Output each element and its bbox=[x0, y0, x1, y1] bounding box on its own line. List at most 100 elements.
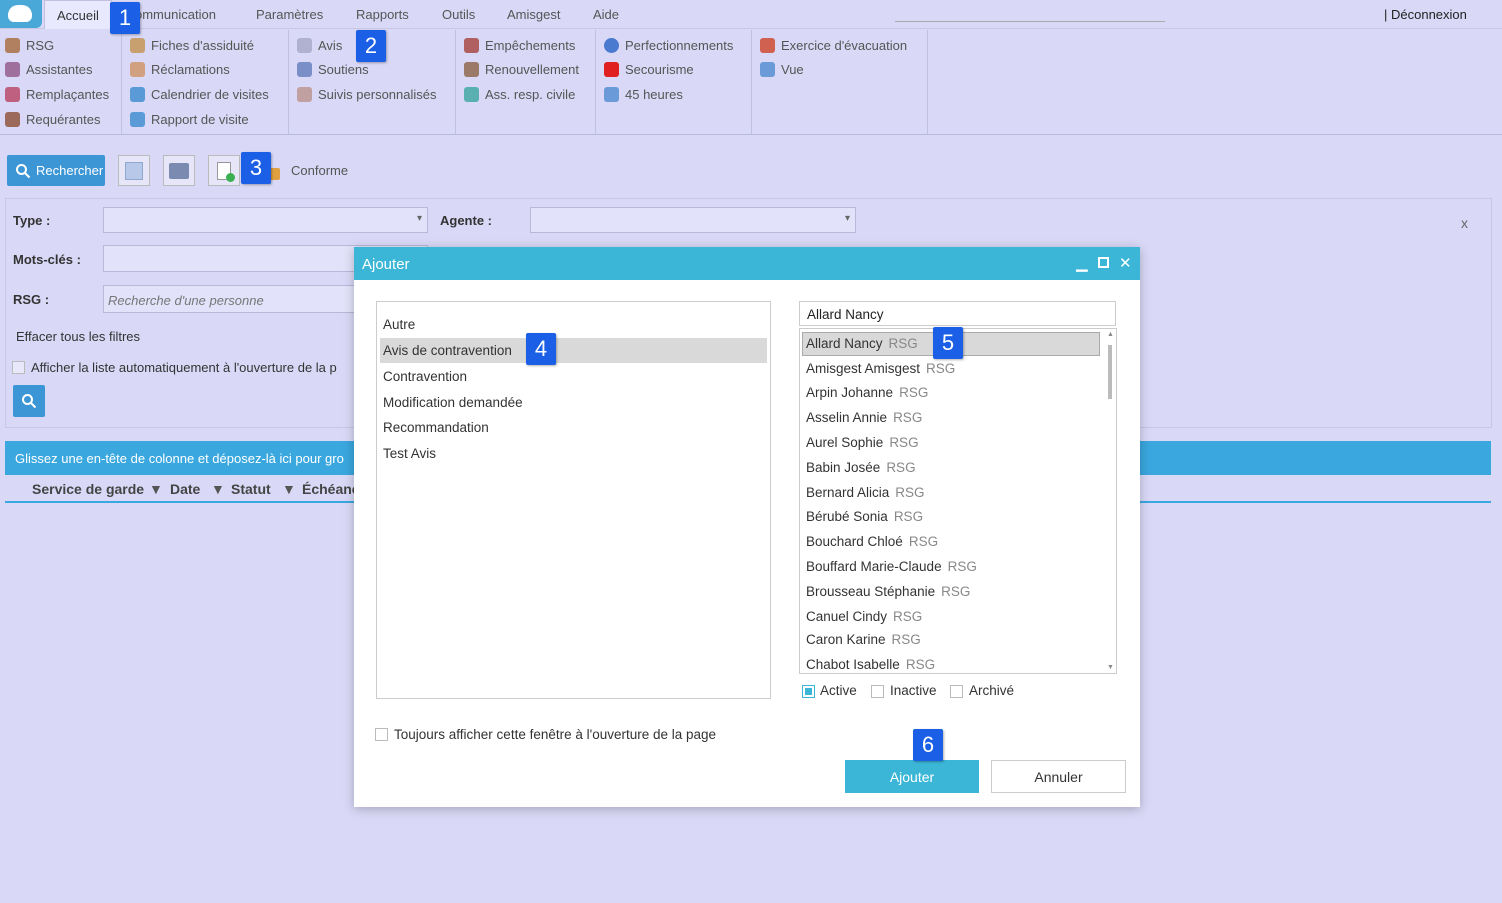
list-item[interactable]: Canuel Cindy RSG bbox=[806, 609, 922, 624]
ribbon-group-formation: Perfectionnements Secourisme 45 heures bbox=[596, 30, 752, 134]
print-button[interactable] bbox=[163, 155, 195, 186]
list-item[interactable]: Bernard Alicia RSG bbox=[806, 485, 925, 500]
ribbon-remplacantes[interactable]: Remplaçantes bbox=[5, 83, 109, 105]
app-logo-icon[interactable] bbox=[0, 0, 42, 28]
keywords-label: Mots-clés : bbox=[13, 252, 81, 267]
list-item[interactable]: Modification demandée bbox=[383, 395, 523, 410]
list-item[interactable]: Caron Karine RSG bbox=[806, 632, 921, 647]
filter-icon[interactable]: ▼ bbox=[211, 481, 225, 497]
minimize-icon[interactable]: ▁ bbox=[1076, 254, 1088, 272]
agente-label: Agente : bbox=[440, 213, 492, 228]
menu-rapports[interactable]: Rapports bbox=[356, 7, 409, 22]
menu-aide[interactable]: Aide bbox=[593, 7, 619, 22]
ribbon-requerantes[interactable]: Requérantes bbox=[5, 108, 100, 130]
filter-icon[interactable]: ▼ bbox=[149, 481, 163, 497]
auto-show-checkbox[interactable] bbox=[12, 361, 25, 374]
drop-icon bbox=[604, 86, 619, 102]
ribbon-rapport-visite[interactable]: Rapport de visite bbox=[130, 108, 249, 130]
ribbon-vue[interactable]: Vue bbox=[760, 58, 804, 80]
active-checkbox[interactable] bbox=[802, 685, 815, 698]
close-filters-icon[interactable]: x bbox=[1461, 215, 1468, 231]
house-icon bbox=[130, 111, 145, 127]
people-icon bbox=[5, 86, 20, 102]
top-search-field[interactable] bbox=[895, 21, 1165, 22]
clear-filters-link[interactable]: Effacer tous les filtres bbox=[16, 329, 140, 344]
col-service-de-garde[interactable]: Service de garde bbox=[32, 481, 144, 497]
maximize-icon[interactable] bbox=[1098, 257, 1109, 268]
support-icon bbox=[297, 61, 312, 77]
list-item[interactable]: Asselin Annie RSG bbox=[806, 410, 922, 425]
list-item[interactable]: Allard Nancy RSG bbox=[806, 336, 918, 351]
ribbon-group-exercice: Exercice d'évacuation Vue bbox=[752, 30, 928, 134]
ribbon-assistantes[interactable]: Assistantes bbox=[5, 58, 92, 80]
col-echeance[interactable]: Échéanc bbox=[302, 481, 360, 497]
menu-parametres[interactable]: Paramètres bbox=[256, 7, 323, 22]
cancel-button[interactable]: Annuler bbox=[991, 760, 1126, 793]
person-search-input[interactable]: Allard Nancy bbox=[799, 301, 1116, 326]
list-item[interactable]: Contravention bbox=[383, 369, 467, 384]
always-show-label: Toujours afficher cette fenêtre à l'ouve… bbox=[394, 727, 717, 742]
floppy-icon bbox=[125, 161, 143, 180]
person-icon bbox=[5, 111, 20, 127]
person-icon bbox=[5, 37, 20, 53]
logout-link[interactable]: | Déconnexion bbox=[1384, 7, 1467, 22]
checklist-icon bbox=[130, 61, 145, 77]
list-item[interactable]: Bouchard Chloé RSG bbox=[806, 534, 938, 549]
list-item[interactable]: Amisgest Amisgest RSG bbox=[806, 361, 955, 376]
conforme-label[interactable]: Conforme bbox=[291, 163, 348, 178]
list-item[interactable]: Babin Josée RSG bbox=[806, 460, 916, 475]
always-show-checkbox[interactable] bbox=[375, 728, 388, 741]
type-select[interactable] bbox=[103, 207, 428, 233]
list-item[interactable]: Arpin Johanne RSG bbox=[806, 385, 928, 400]
ribbon-ass-resp-civile[interactable]: Ass. resp. civile bbox=[464, 83, 575, 105]
ribbon-perfectionnements[interactable]: Perfectionnements bbox=[604, 34, 733, 56]
save-button[interactable] bbox=[118, 155, 150, 186]
callout-badge: 1 bbox=[110, 2, 140, 34]
list-item[interactable]: Chabot Isabelle RSG bbox=[806, 657, 935, 672]
ribbon-reclamations[interactable]: Réclamations bbox=[130, 58, 230, 80]
ribbon-fiches-assiduite[interactable]: Fiches d'assiduité bbox=[130, 34, 254, 56]
list-item[interactable]: Bérubé Sonia RSG bbox=[806, 509, 923, 524]
add-document-button[interactable] bbox=[208, 155, 240, 186]
list-item[interactable]: Brousseau Stéphanie RSG bbox=[806, 584, 970, 599]
archive-checkbox[interactable] bbox=[950, 685, 963, 698]
menu-amisgest[interactable]: Amisgest bbox=[507, 7, 560, 22]
rsg-label: RSG : bbox=[13, 292, 50, 307]
ribbon-renouvellement[interactable]: Renouvellement bbox=[464, 58, 579, 80]
add-button[interactable]: Ajouter bbox=[845, 760, 979, 793]
ribbon-group-visits: Fiches d'assiduité Réclamations Calendri… bbox=[122, 30, 289, 134]
filter-search-button[interactable] bbox=[13, 385, 45, 417]
new-document-icon bbox=[217, 161, 235, 182]
avis-type-list[interactable]: Autre Avis de contravention Contraventio… bbox=[376, 301, 771, 699]
menu-outils[interactable]: Outils bbox=[442, 7, 475, 22]
filter-icon[interactable]: ▼ bbox=[282, 481, 296, 497]
person-list[interactable]: Allard Nancy RSG Amisgest Amisgest RSG Arp… bbox=[799, 328, 1117, 674]
ribbon-secourisme[interactable]: Secourisme bbox=[604, 58, 694, 80]
col-date[interactable]: Date bbox=[170, 481, 200, 497]
ribbon-suivis-personnalises[interactable]: Suivis personnalisés bbox=[297, 83, 437, 105]
list-item[interactable]: Aurel Sophie RSG bbox=[806, 435, 919, 450]
menu-accueil[interactable]: Accueil bbox=[44, 0, 112, 29]
dialog-title: Ajouter bbox=[354, 247, 1140, 280]
col-statut[interactable]: Statut bbox=[231, 481, 271, 497]
ribbon-45-heures[interactable]: 45 heures bbox=[604, 83, 683, 105]
inactive-checkbox[interactable] bbox=[871, 685, 884, 698]
menu-bar: Accueil ommunication Paramètres Rapports… bbox=[0, 0, 1502, 29]
close-icon[interactable]: ✕ bbox=[1119, 254, 1132, 272]
calendar-icon bbox=[760, 61, 775, 77]
ribbon-calendrier-visites[interactable]: Calendrier de visites bbox=[130, 83, 269, 105]
list-item[interactable]: Test Avis bbox=[383, 446, 436, 461]
menu-communication[interactable]: ommunication bbox=[135, 7, 216, 22]
person-list-scrollbar[interactable]: ▲ ▼ bbox=[1105, 331, 1115, 671]
ribbon-rsg[interactable]: RSG bbox=[5, 34, 54, 56]
list-item[interactable]: Recommandation bbox=[383, 420, 489, 435]
list-item[interactable]: Bouffard Marie-Claude RSG bbox=[806, 559, 977, 574]
agente-select[interactable] bbox=[530, 207, 856, 233]
ribbon-avis[interactable]: Avis bbox=[297, 34, 342, 56]
search-button[interactable]: Rechercher bbox=[7, 155, 105, 186]
list-item[interactable]: Avis de contravention bbox=[383, 343, 512, 358]
status-filter-row: Active Inactive Archivé bbox=[802, 683, 1122, 703]
list-item[interactable]: Autre bbox=[383, 317, 415, 332]
ribbon-exercice-evacuation[interactable]: Exercice d'évacuation bbox=[760, 34, 907, 56]
ribbon-empechements[interactable]: Empêchements bbox=[464, 34, 575, 56]
